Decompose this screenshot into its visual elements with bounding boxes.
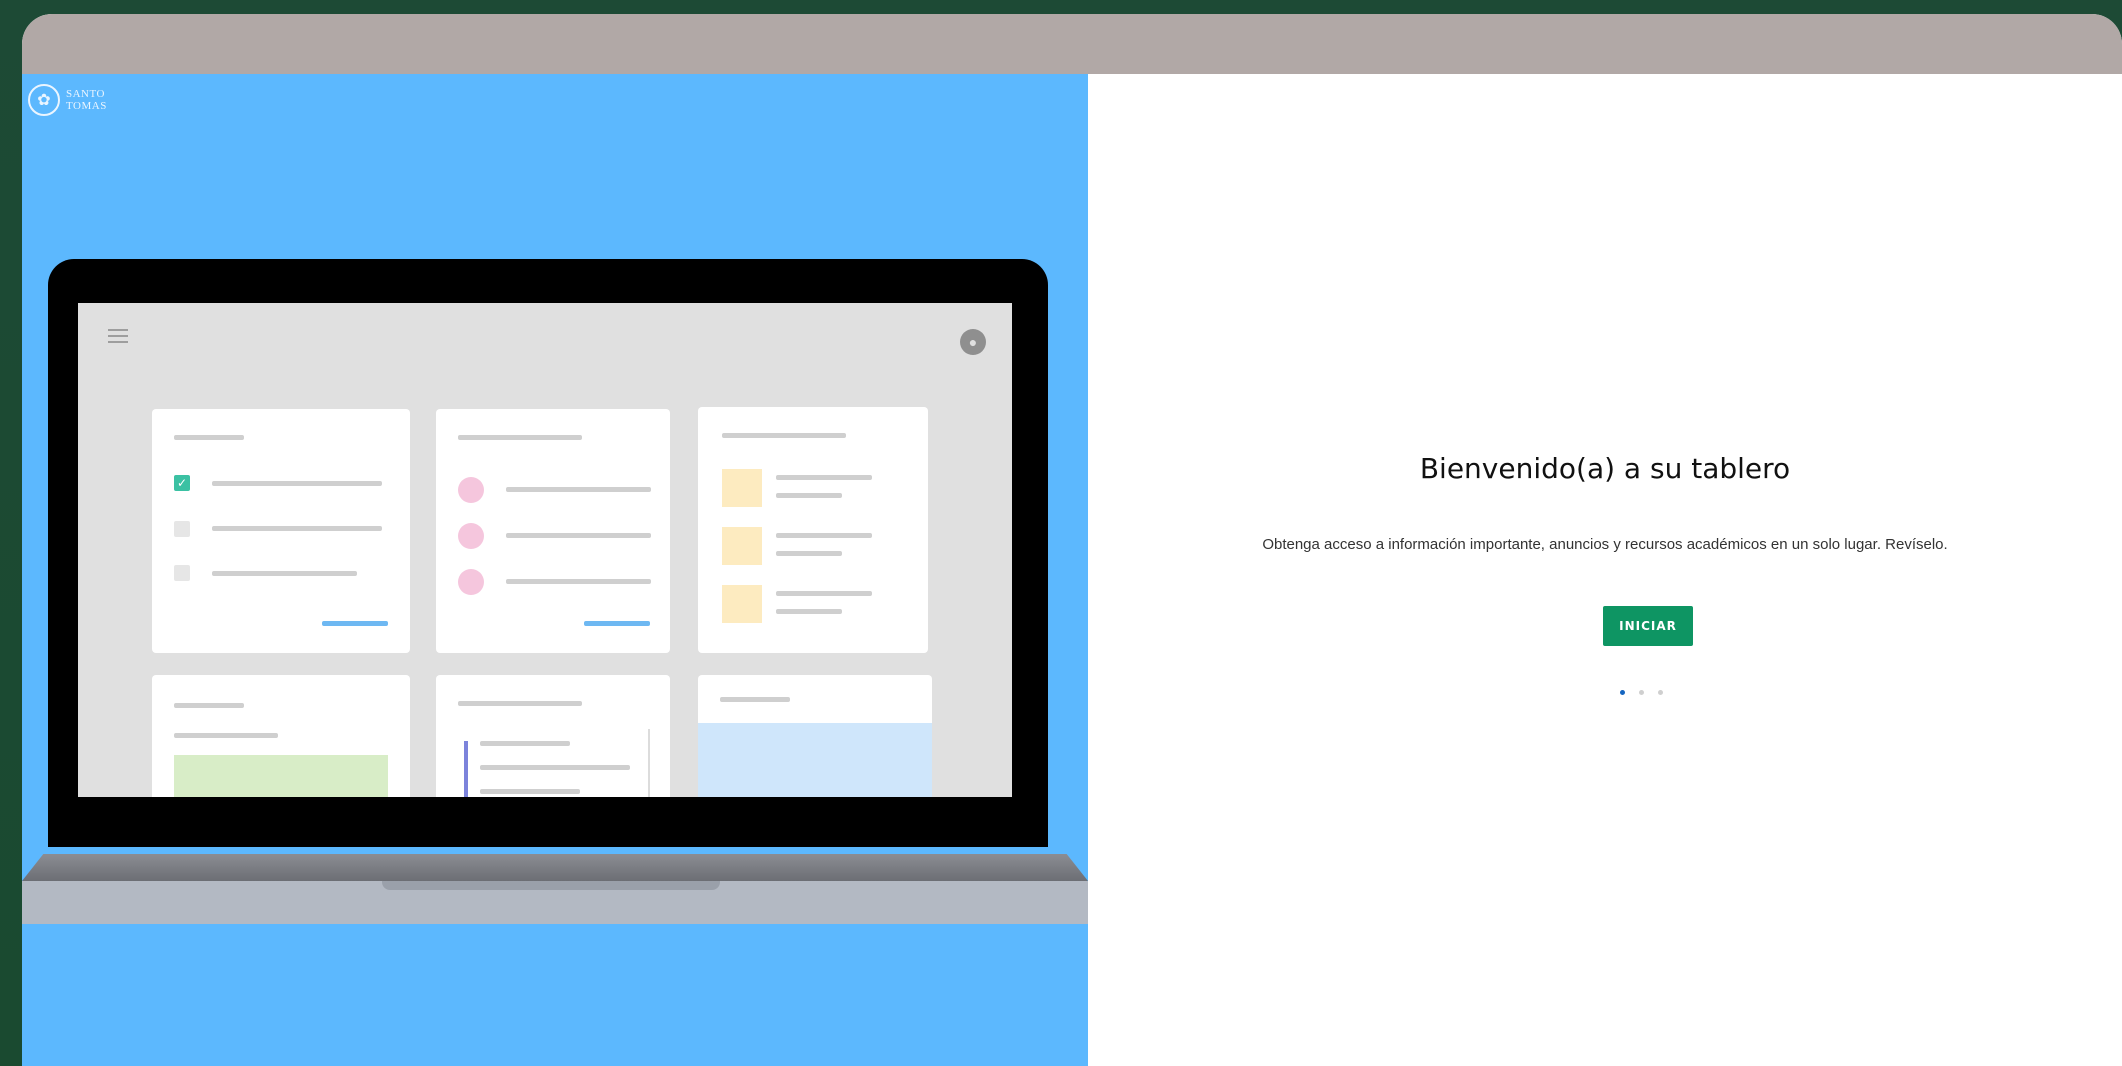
browser-window: ✿ SANTO TOMAS ● ✓ Bienvenido(a) a su tab… — [22, 14, 2122, 1066]
santo-tomas-logo: ✿ SANTO TOMAS — [28, 84, 107, 116]
dashboard-card: ✓ — [152, 409, 410, 653]
checkbox-icon — [174, 521, 190, 537]
carousel-pager — [1620, 690, 1663, 695]
laptop-base — [22, 854, 1088, 881]
checkbox-checked-icon: ✓ — [174, 475, 190, 491]
laptop-screen: ● ✓ — [78, 303, 1012, 797]
pager-dot-3[interactable] — [1658, 690, 1663, 695]
dashboard-card — [436, 675, 670, 797]
welcome-panel: Bienvenido(a) a su tablero Obtenga acces… — [1088, 74, 2122, 1066]
pager-dot-2[interactable] — [1639, 690, 1644, 695]
dashboard-card — [436, 409, 670, 653]
illustration-panel: ✿ SANTO TOMAS ● ✓ — [22, 74, 1088, 1066]
pager-dot-1[interactable] — [1620, 690, 1625, 695]
start-button[interactable]: INICIAR — [1603, 606, 1693, 646]
dashboard-card — [698, 675, 932, 797]
window-topbar — [22, 14, 2122, 74]
logo-line1: SANTO — [66, 88, 105, 100]
santo-tomas-logo-icon: ✿ — [28, 84, 60, 116]
avatar-icon: ● — [960, 329, 986, 355]
dashboard-card — [698, 407, 928, 653]
dashboard-card — [152, 675, 410, 797]
checkbox-icon — [174, 565, 190, 581]
welcome-description: Obtenga acceso a información importante,… — [1262, 536, 1948, 553]
laptop-notch — [382, 881, 720, 890]
welcome-title: Bienvenido(a) a su tablero — [1419, 452, 1791, 485]
menu-icon — [108, 329, 128, 343]
logo-line2: TOMAS — [66, 100, 107, 112]
